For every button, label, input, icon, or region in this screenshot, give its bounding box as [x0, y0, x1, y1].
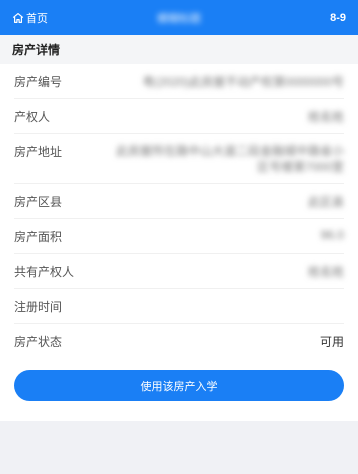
detail-row-district: 房产区县 此区县 — [14, 184, 344, 219]
row-label: 共有产权人 — [14, 265, 75, 279]
use-property-button[interactable]: 使用该房产入学 — [14, 370, 344, 401]
detail-row-owner: 产权人 姓名姓 — [14, 99, 344, 134]
row-value: 此房屋所在路中山大道二段金融城中路省小区号楼第7000室 — [115, 144, 344, 174]
detail-row-area: 房产面积 96.0 — [14, 219, 344, 254]
home-label: 首页 — [26, 12, 48, 25]
row-value: 粤(2020)此房屋不动产权第0000000号 — [142, 75, 344, 89]
home-button[interactable]: 首页 — [12, 10, 48, 26]
row-label: 房产地址 — [14, 145, 63, 159]
row-label: 注册时间 — [14, 300, 63, 314]
row-value: 姓名姓 — [307, 110, 344, 124]
page-indicator: 8-9 — [330, 11, 346, 24]
section-title: 房产详情 — [0, 35, 358, 64]
action-area: 使用该房产入学 — [0, 358, 358, 421]
row-label: 房产编号 — [14, 75, 63, 89]
detail-row-address: 房产地址 此房屋所在路中山大道二段金融城中路省小区号楼第7000室 — [14, 134, 344, 184]
top-bar: 首页 模糊标题 8-9 — [0, 0, 358, 35]
detail-row-status: 房产状态 可用 — [14, 324, 344, 358]
row-label: 房产面积 — [14, 230, 63, 244]
row-value: 此区县 — [307, 195, 344, 209]
home-icon — [12, 12, 24, 24]
page-title: 模糊标题 — [157, 12, 201, 25]
row-value: 96.0 — [320, 228, 344, 242]
row-label: 产权人 — [14, 110, 51, 124]
row-value: 姓名姓 — [307, 265, 344, 279]
detail-card: 房产编号 粤(2020)此房屋不动产权第0000000号 产权人 姓名姓 房产地… — [0, 64, 358, 358]
detail-row-property-number: 房产编号 粤(2020)此房屋不动产权第0000000号 — [14, 64, 344, 99]
detail-row-co-owner: 共有产权人 姓名姓 — [14, 254, 344, 289]
row-value: 可用 — [319, 335, 344, 349]
detail-row-register-time: 注册时间 — [14, 289, 344, 324]
row-label: 房产区县 — [14, 195, 63, 209]
page: 首页 模糊标题 8-9 房产详情 房产编号 粤(2020)此房屋不动产权第000… — [0, 0, 358, 474]
row-label: 房产状态 — [14, 335, 63, 349]
